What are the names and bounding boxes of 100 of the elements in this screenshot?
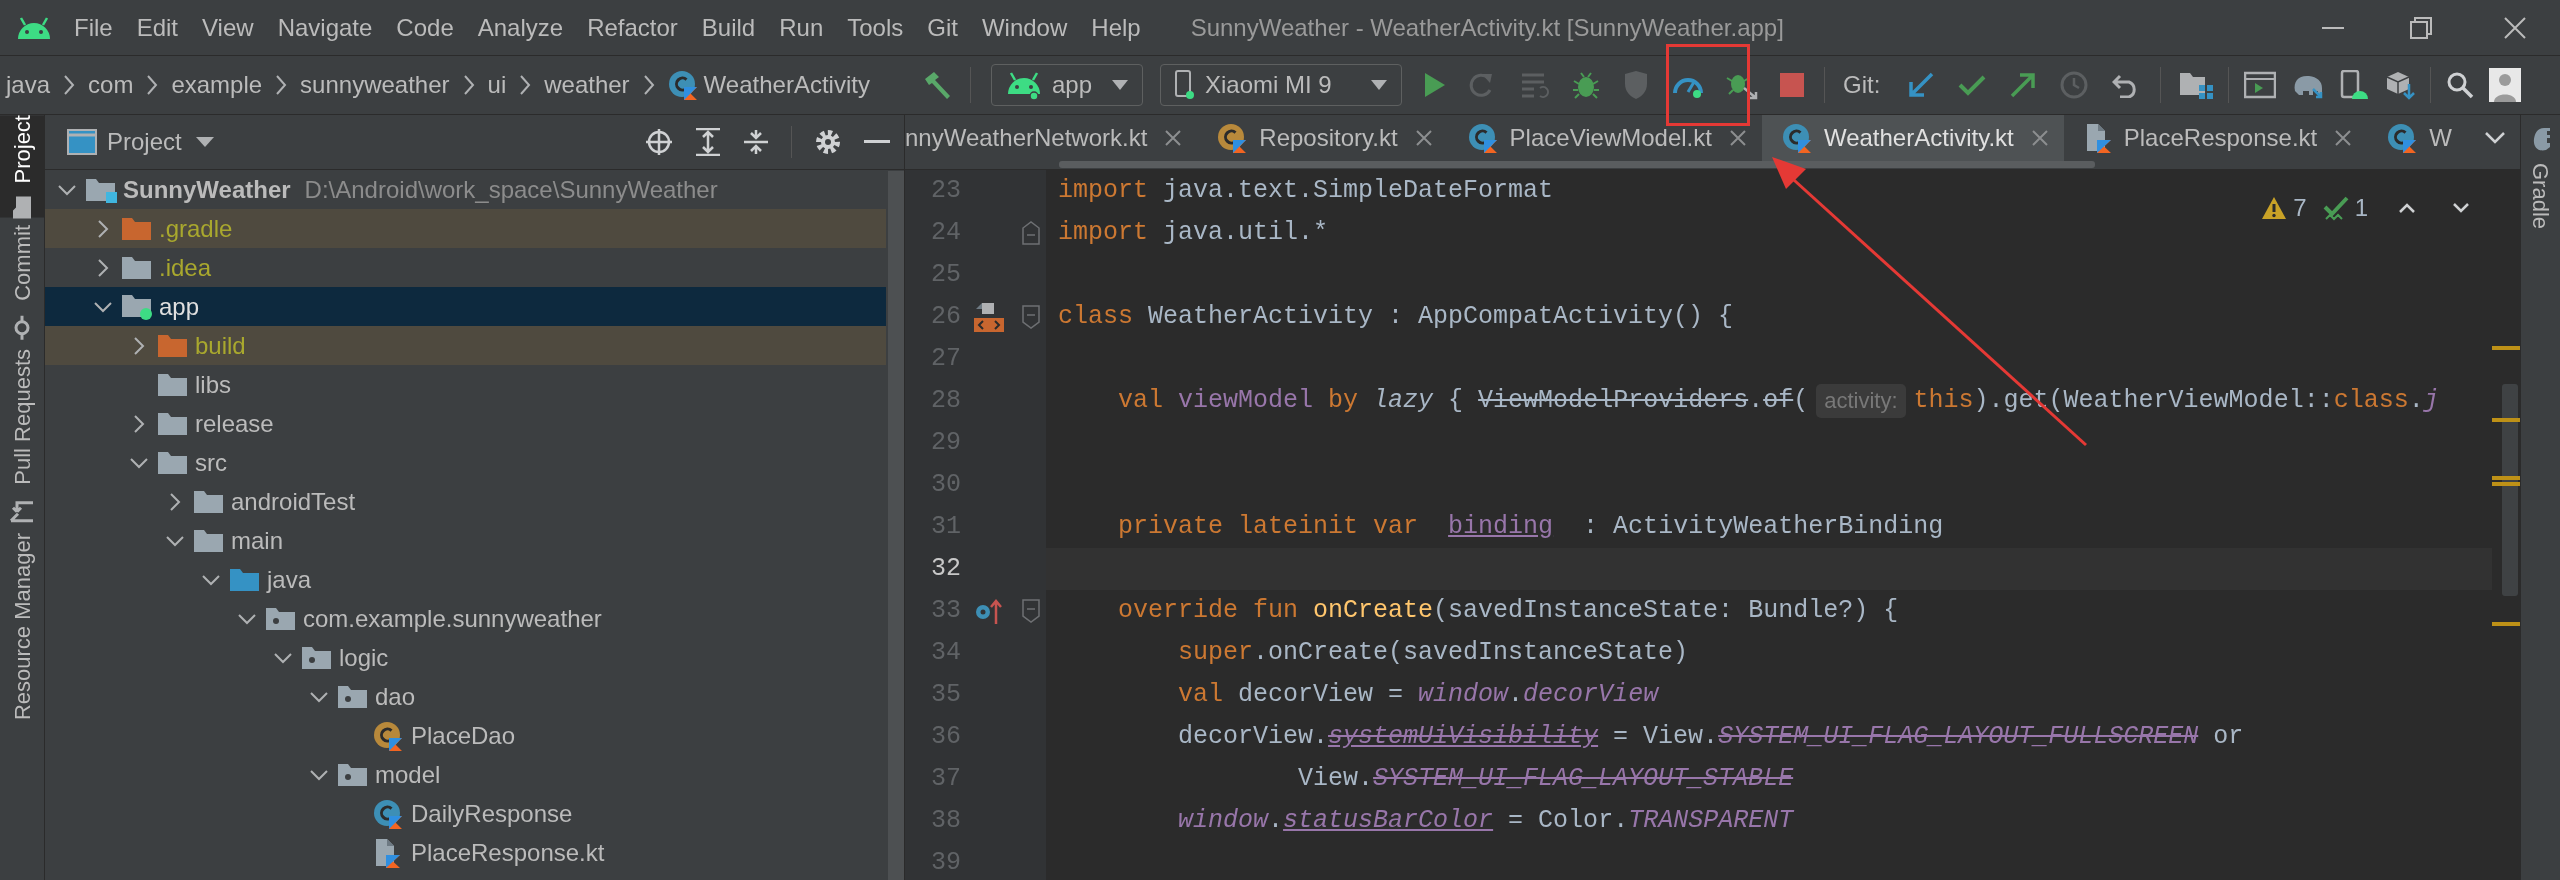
run-configuration-dropdown[interactable]: app <box>991 64 1143 106</box>
tool-window-tab[interactable]: Commit <box>0 225 45 342</box>
tree-item[interactable]: SunnyWeather D:\Android\work_space\SunnyWeather <box>45 170 886 209</box>
menu-item[interactable]: File <box>74 9 113 46</box>
tree-item[interactable]: app <box>45 287 886 326</box>
editor-tab[interactable]: W <box>2367 115 2468 161</box>
tree-item[interactable]: androidTest <box>45 482 886 521</box>
chevron-down-icon[interactable] <box>57 183 77 196</box>
tree-item[interactable]: logic <box>45 638 886 677</box>
chevron-down-icon[interactable] <box>237 612 257 625</box>
bug-icon[interactable] <box>1572 71 1600 99</box>
tree-item[interactable]: com.example.sunnyweather <box>45 599 886 638</box>
hide-icon[interactable] <box>864 140 890 144</box>
close-icon[interactable] <box>1729 130 1746 146</box>
breadcrumb-item[interactable]: com <box>88 67 134 103</box>
hammer-icon[interactable] <box>922 70 952 100</box>
tree-item[interactable]: release <box>45 404 886 443</box>
tree-item[interactable]: build <box>45 326 886 365</box>
tool-window-tab[interactable]: Pull Requests <box>0 349 45 525</box>
close-icon[interactable] <box>2504 16 2526 39</box>
fold-marker-icon[interactable] <box>1021 598 1041 624</box>
chevron-right-icon[interactable] <box>97 257 109 278</box>
menu-item[interactable]: Help <box>1091 9 1141 46</box>
menu-item[interactable]: Code <box>396 9 454 46</box>
breadcrumb-item[interactable]: java <box>6 67 51 103</box>
warning-marker[interactable] <box>2492 346 2520 350</box>
tree-item[interactable]: model <box>45 755 886 794</box>
chevron-down-icon[interactable] <box>201 573 221 586</box>
weak-warnings-counter[interactable]: 1 <box>2322 190 2368 226</box>
chevron-down-icon[interactable] <box>93 300 113 313</box>
device-dropdown[interactable]: Xiaomi MI 9 <box>1160 64 1402 106</box>
scrollbar-thumb[interactable] <box>888 171 904 880</box>
tree-item[interactable]: DailyResponse <box>45 794 886 833</box>
run-icon[interactable] <box>1424 72 1446 98</box>
chevron-down-icon[interactable] <box>309 690 329 703</box>
fold-marker-icon[interactable] <box>1021 304 1041 330</box>
chevron-right-icon[interactable] <box>133 413 145 434</box>
editor-tab[interactable]: Repository.kt <box>1197 115 1448 161</box>
breadcrumb-item[interactable]: WeatherActivity <box>667 67 870 103</box>
menu-item[interactable]: Run <box>779 9 824 46</box>
menu-item[interactable]: Edit <box>136 9 179 46</box>
search-icon[interactable] <box>2446 71 2475 99</box>
arrow-down-left-icon[interactable] <box>1908 72 1935 98</box>
tree-item[interactable]: java <box>45 560 886 599</box>
scrollbar-thumb[interactable] <box>2502 384 2518 596</box>
expand-all-icon[interactable] <box>695 128 721 156</box>
tree-item[interactable]: dao <box>45 677 886 716</box>
warnings-counter[interactable]: 7 <box>2261 190 2307 226</box>
breadcrumb-item[interactable]: example <box>171 67 263 103</box>
restore-icon[interactable] <box>2410 16 2432 39</box>
editor-tab[interactable]: nnyWeatherNetwork.kt <box>905 115 1198 161</box>
arrow-up-right-icon[interactable] <box>2010 72 2037 98</box>
terminal-icon[interactable] <box>2244 71 2277 99</box>
warning-marker[interactable] <box>2492 622 2520 626</box>
folder-grid-icon[interactable] <box>2179 71 2214 99</box>
tree-item[interactable]: .idea <box>45 248 886 287</box>
tree-item[interactable]: main <box>45 521 886 560</box>
chevron-down-icon[interactable] <box>273 651 293 664</box>
menu-item[interactable]: Build <box>701 9 756 46</box>
menu-item[interactable]: Navigate <box>277 9 373 46</box>
menu-item[interactable]: Git <box>927 9 958 46</box>
fold-marker-icon[interactable] <box>1021 220 1041 246</box>
tree-item[interactable]: PlaceDao <box>45 716 886 755</box>
menu-item[interactable]: Tools <box>847 9 904 46</box>
warning-marker[interactable] <box>2492 476 2520 480</box>
tree-item[interactable]: PlaceResponse.kt <box>45 833 886 872</box>
tree-item[interactable]: src <box>45 443 886 482</box>
editor-tab[interactable]: PlaceResponse.kt <box>2063 115 2368 161</box>
chevron-down-icon[interactable] <box>2452 202 2470 214</box>
package-box-icon[interactable] <box>2385 70 2416 100</box>
scrollbar-thumb[interactable] <box>1059 161 2095 168</box>
editor-tab[interactable]: PlaceViewModel.kt <box>1447 115 1762 161</box>
menu-item[interactable]: Window <box>981 9 1068 46</box>
override-icon[interactable] <box>975 598 1003 624</box>
settings-icon[interactable] <box>814 128 842 156</box>
breadcrumb-item[interactable]: sunnyweather <box>300 67 450 103</box>
view-selector-dropdown[interactable]: Project <box>107 124 214 160</box>
phone-android-icon[interactable] <box>2340 70 2371 100</box>
avatar-icon[interactable] <box>2489 68 2522 102</box>
warning-marker[interactable] <box>2492 418 2520 422</box>
collapse-all-icon[interactable] <box>743 128 769 156</box>
menu-item[interactable]: View <box>202 9 254 46</box>
chevron-down-icon[interactable] <box>2484 131 2506 145</box>
close-icon[interactable] <box>1415 130 1432 146</box>
tool-window-tab[interactable]: Project <box>0 115 45 218</box>
close-icon[interactable] <box>2335 130 2352 146</box>
tree-item[interactable]: .gradle <box>45 209 886 248</box>
chevron-right-icon[interactable] <box>133 335 145 356</box>
close-icon[interactable] <box>1165 130 1182 146</box>
check-icon[interactable] <box>1958 74 1987 96</box>
layout-file-icon[interactable] <box>974 302 1004 332</box>
chevron-up-icon[interactable] <box>2398 202 2416 214</box>
tree-item[interactable]: libs <box>45 365 886 404</box>
tool-window-tab[interactable]: Gradle <box>2524 129 2557 230</box>
chevron-down-icon[interactable] <box>129 456 149 469</box>
crosshair-icon[interactable] <box>645 128 673 156</box>
menu-item[interactable]: Analyze <box>477 9 564 46</box>
chevron-right-icon[interactable] <box>169 491 181 512</box>
chevron-right-icon[interactable] <box>97 218 109 239</box>
chevron-down-icon[interactable] <box>165 534 185 547</box>
